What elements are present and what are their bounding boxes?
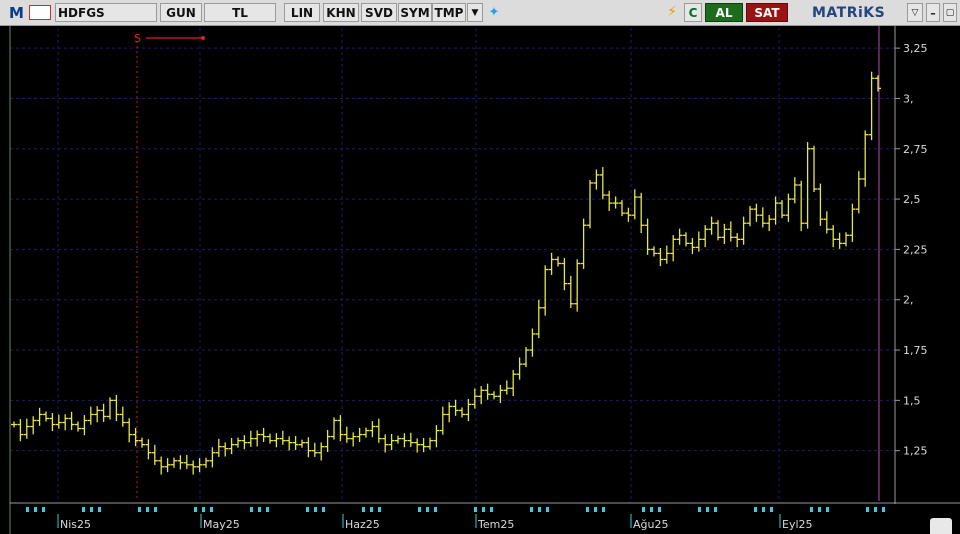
- x-minor-tick: [714, 507, 717, 512]
- x-minor-tick: [194, 507, 197, 512]
- x-minor-tick: [602, 507, 605, 512]
- x-minor-tick: [146, 507, 149, 512]
- brand-logo: MATRiKS: [812, 5, 886, 21]
- x-minor-tick: [594, 507, 597, 512]
- x-minor-tick: [538, 507, 541, 512]
- buy-button[interactable]: AL: [705, 3, 743, 22]
- x-tick-label: Ağu25: [633, 518, 668, 531]
- x-minor-tick: [90, 507, 93, 512]
- x-minor-tick: [482, 507, 485, 512]
- template-button[interactable]: TMP: [432, 3, 466, 22]
- y-tick-label: 2,: [903, 294, 914, 307]
- x-minor-tick: [434, 507, 437, 512]
- x-minor-tick: [82, 507, 85, 512]
- x-minor-tick: [266, 507, 269, 512]
- x-minor-tick: [754, 507, 757, 512]
- symbol-chart-icon[interactable]: [29, 5, 51, 20]
- y-tick-label: 1,25: [903, 445, 928, 458]
- x-minor-tick: [306, 507, 309, 512]
- x-minor-tick: [314, 507, 317, 512]
- app-logo[interactable]: M: [9, 4, 24, 22]
- x-minor-tick: [642, 507, 645, 512]
- x-tick-label: Tem25: [477, 518, 514, 531]
- x-tick-label: Nis25: [60, 518, 91, 531]
- x-minor-tick: [650, 507, 653, 512]
- symbol-button[interactable]: SYM: [398, 3, 432, 22]
- x-minor-tick: [210, 507, 213, 512]
- x-minor-tick: [426, 507, 429, 512]
- x-minor-tick: [474, 507, 477, 512]
- x-minor-tick: [826, 507, 829, 512]
- x-minor-tick: [322, 507, 325, 512]
- x-tick-label: Haz25: [345, 518, 380, 531]
- x-minor-tick: [370, 507, 373, 512]
- x-minor-tick: [490, 507, 493, 512]
- x-minor-tick: [546, 507, 549, 512]
- x-minor-tick: [874, 507, 877, 512]
- x-minor-tick: [138, 507, 141, 512]
- x-minor-tick: [882, 507, 885, 512]
- volume-button[interactable]: SVD: [361, 3, 397, 22]
- x-tick-label: May25: [203, 518, 240, 531]
- twitter-icon[interactable]: ✦: [485, 3, 503, 22]
- alert-button[interactable]: C: [684, 3, 702, 22]
- x-minor-tick: [770, 507, 773, 512]
- y-tick-label: 2,5: [903, 193, 921, 206]
- x-minor-tick: [866, 507, 869, 512]
- symbol-field[interactable]: HDFGS: [55, 3, 157, 22]
- x-minor-tick: [586, 507, 589, 512]
- x-minor-tick: [810, 507, 813, 512]
- price-chart[interactable]: 1,25 1,5 1,75 2, 2,25 2,5 2,75 3, 3,25 Nis25 May2…: [0, 26, 960, 534]
- minimize-icon[interactable]: –: [926, 3, 940, 22]
- x-minor-tick: [250, 507, 253, 512]
- x-minor-tick: [818, 507, 821, 512]
- y-tick-label: 1,75: [903, 344, 928, 357]
- x-minor-tick: [26, 507, 29, 512]
- x-minor-tick: [202, 507, 205, 512]
- y-tick-label: 2,75: [903, 143, 928, 156]
- period-button[interactable]: GUN: [160, 3, 202, 22]
- x-minor-tick: [378, 507, 381, 512]
- x-minor-tick: [762, 507, 765, 512]
- y-tick-label: 3,: [903, 92, 914, 105]
- khn-button[interactable]: KHN: [323, 3, 359, 22]
- y-tick-label: 1,5: [903, 394, 921, 407]
- signal-end-dot: [201, 36, 205, 40]
- y-tick-label: 2,25: [903, 243, 928, 256]
- collapse-icon[interactable]: ▽: [907, 3, 923, 22]
- x-minor-tick: [42, 507, 45, 512]
- signal-label: S: [134, 32, 141, 45]
- matriks-corner-icon[interactable]: [930, 518, 952, 534]
- sell-button[interactable]: SAT: [746, 3, 788, 22]
- x-minor-tick: [658, 507, 661, 512]
- x-minor-tick: [154, 507, 157, 512]
- x-minor-tick: [258, 507, 261, 512]
- dropdown-arrow-icon[interactable]: ▼: [467, 3, 483, 22]
- x-minor-tick: [698, 507, 701, 512]
- x-minor-tick: [706, 507, 709, 512]
- currency-button[interactable]: TL: [204, 3, 276, 22]
- linear-scale-button[interactable]: LIN: [284, 3, 320, 22]
- toolbar: M HDFGS GUN TL LIN KHN SVD SYM TMP ▼ ✦ ⚡…: [0, 0, 960, 26]
- x-minor-tick: [418, 507, 421, 512]
- x-minor-tick: [362, 507, 365, 512]
- y-tick-label: 3,25: [903, 42, 928, 55]
- restore-icon[interactable]: ▢: [943, 3, 957, 22]
- lightning-icon[interactable]: ⚡: [664, 3, 680, 22]
- x-minor-tick: [530, 507, 533, 512]
- x-minor-tick: [34, 507, 37, 512]
- x-tick-label: Eyl25: [782, 518, 813, 531]
- x-minor-tick: [98, 507, 101, 512]
